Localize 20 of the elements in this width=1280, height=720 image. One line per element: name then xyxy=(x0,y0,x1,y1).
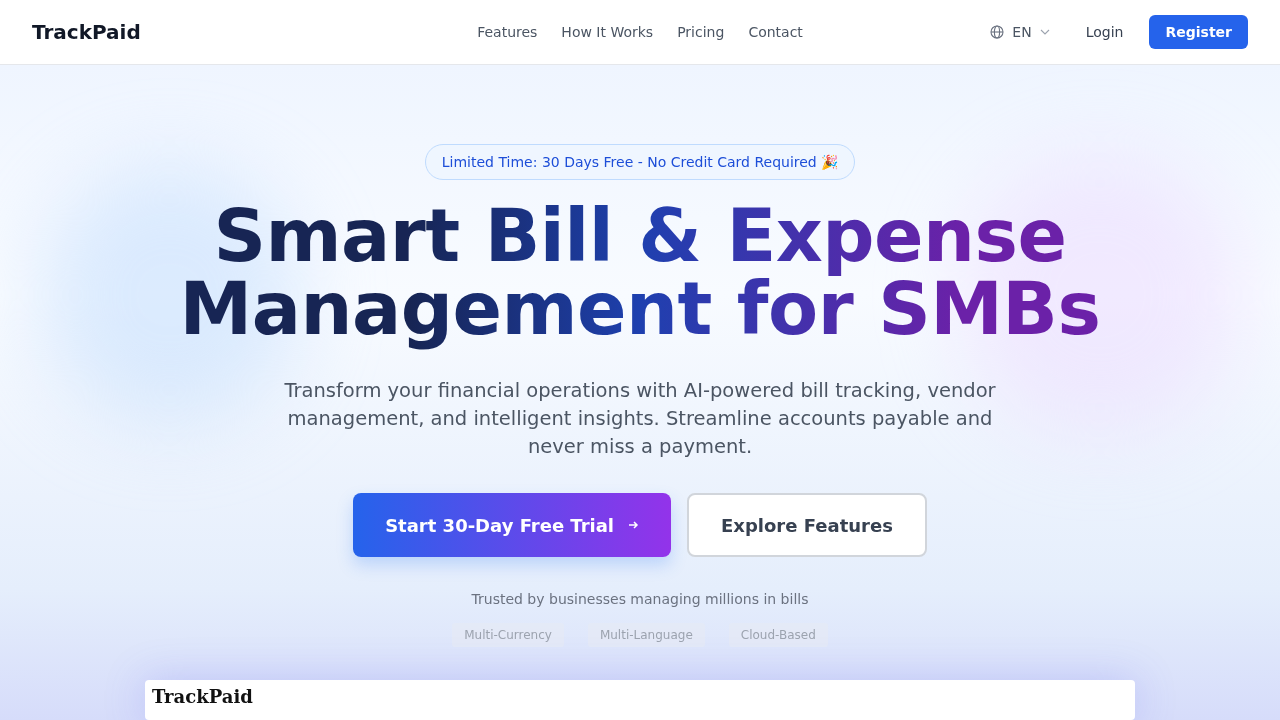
login-button[interactable]: Login xyxy=(1071,16,1138,48)
preview-title: TrackPaid xyxy=(152,686,253,707)
start-trial-button[interactable]: Start 30-Day Free Trial xyxy=(353,493,672,557)
nav-link[interactable]: Pricing xyxy=(677,24,725,40)
nav-link[interactable]: How It Works xyxy=(561,24,654,40)
hero-subtitle: Transform your financial operations with AI-powered bill tracking, vendor management, and intelligent insights. Streamline accounts payable and never miss a payment. xyxy=(283,378,997,460)
nav-link[interactable]: Features xyxy=(477,24,538,40)
language-selector[interactable]: EN xyxy=(980,18,1060,46)
arrow-right-icon xyxy=(628,520,640,530)
globe-icon xyxy=(990,25,1005,39)
nav-link[interactable]: Contact xyxy=(748,24,803,40)
explore-features-button[interactable]: Explore Features xyxy=(687,493,927,557)
chevron-down-icon xyxy=(1039,29,1050,35)
brand-logo[interactable]: TrackPaid xyxy=(32,20,332,44)
promo-badge: Limited Time: 30 Days Free - No Credit Card Required 🎉 xyxy=(424,144,856,180)
feature-tag: Multi-Currency xyxy=(452,623,564,647)
register-button[interactable]: Register xyxy=(1149,15,1248,49)
feature-tag: Cloud-Based xyxy=(728,623,828,647)
feature-tag: Multi-Language xyxy=(587,623,705,647)
trust-text: Trusted by businesses managing millions in bills xyxy=(471,591,809,607)
